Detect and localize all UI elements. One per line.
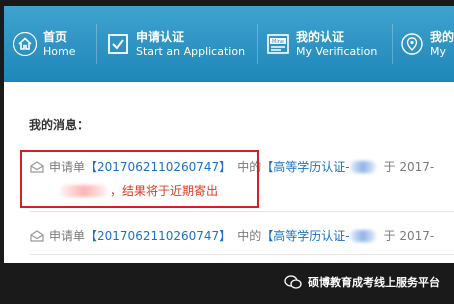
nav-home[interactable]: 首页 Home: [12, 6, 75, 82]
wechat-icon: [284, 275, 302, 289]
mine-card-icon: Mine: [265, 31, 291, 57]
nav-divider: [392, 24, 393, 64]
nav-my-verification-label: 我的认证: [296, 29, 345, 44]
highlight-box: [20, 150, 259, 208]
redacted-text: [349, 229, 376, 242]
verification-type-link[interactable]: 【高等学历认证-: [261, 158, 349, 175]
nav-start-application[interactable]: 申请认证 Start an Application: [105, 6, 245, 82]
verification-type-link[interactable]: 【高等学历认证-: [261, 227, 349, 244]
nav-my-more-label: 我的: [429, 29, 454, 44]
location-pin-icon: [399, 31, 425, 57]
home-icon: [12, 31, 38, 57]
nav-start-application-label: 申请认证: [136, 29, 185, 44]
checkbox-icon: [105, 31, 131, 57]
nav-home-sublabel: Home: [43, 44, 76, 58]
message-date: 于 2017-: [383, 160, 435, 174]
redacted-text: [349, 160, 376, 173]
divider: [30, 254, 454, 255]
divider: [30, 211, 454, 212]
application-number-link[interactable]: 【2017062110260747】: [85, 227, 231, 244]
top-nav-bar: 首页 Home 申请认证 Start an Application Mine 我…: [4, 6, 454, 82]
messages-title: 我的消息：: [29, 118, 90, 132]
message-prefix: 申请单: [49, 229, 86, 243]
watermark: 硕博教育成考线上服务平台: [284, 274, 440, 290]
nav-my-more[interactable]: 我的 My: [399, 6, 454, 82]
nav-start-application-sublabel: Start an Application: [136, 44, 246, 58]
message-mid: 中的: [237, 229, 262, 243]
envelope-open-icon: [30, 229, 44, 242]
nav-home-label: 首页: [43, 29, 68, 44]
message-item[interactable]: 申请单 【2017062110260747】 中的 【高等学历认证- 于 201…: [30, 227, 434, 244]
svg-text:Mine: Mine: [272, 39, 284, 45]
nav-my-verification[interactable]: Mine 我的认证 My Verification: [265, 6, 377, 82]
nav-my-more-sublabel: My: [429, 44, 446, 58]
watermark-text: 硕博教育成考线上服务平台: [308, 276, 440, 289]
nav-divider: [257, 24, 258, 64]
page-frame: 首页 Home 申请认证 Start an Application Mine 我…: [4, 6, 454, 304]
nav-my-verification-sublabel: My Verification: [296, 44, 378, 58]
nav-divider: [96, 24, 97, 64]
message-date: 于 2017-: [383, 229, 435, 243]
